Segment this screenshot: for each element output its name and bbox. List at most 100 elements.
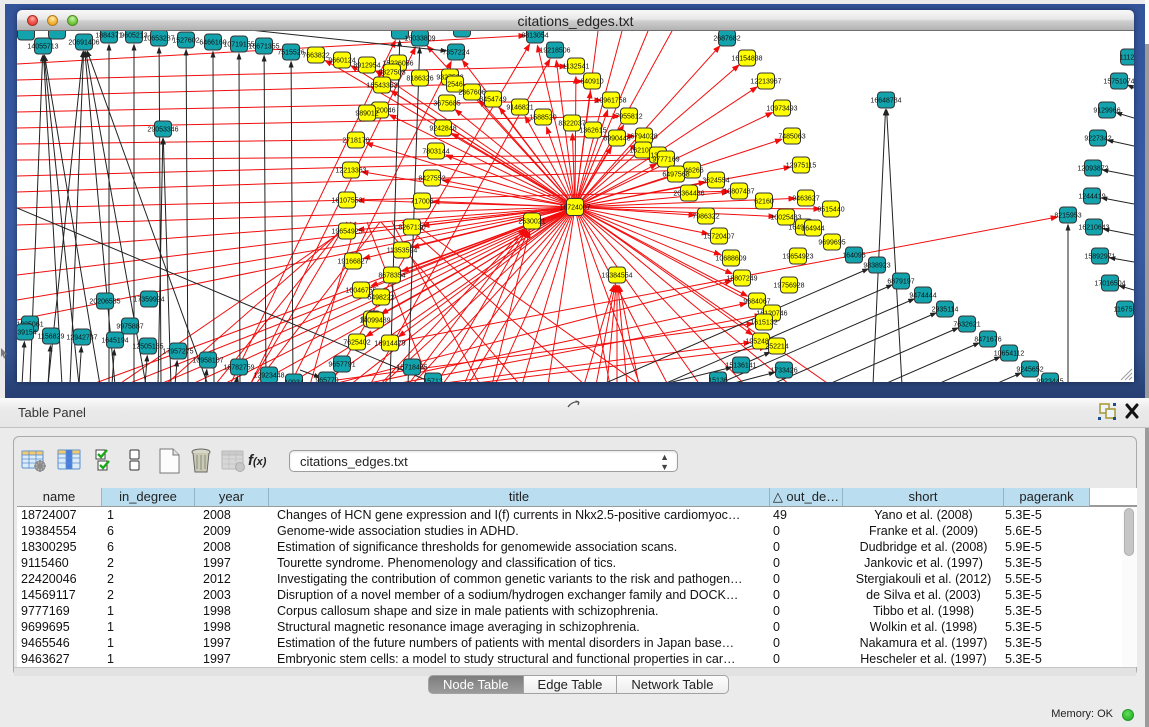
svg-text:15136141: 15136141 bbox=[725, 363, 756, 370]
svg-text:12213967: 12213967 bbox=[750, 79, 781, 86]
svg-text:7955812: 7955812 bbox=[615, 114, 642, 121]
svg-text:9474444: 9474444 bbox=[909, 293, 936, 300]
svg-text:9227342: 9227342 bbox=[1084, 136, 1111, 143]
svg-text:7663822: 7663822 bbox=[302, 53, 329, 60]
svg-text:7485063: 7485063 bbox=[778, 134, 805, 141]
svg-text:6879197: 6879197 bbox=[887, 279, 914, 286]
svg-text:6497568: 6497568 bbox=[662, 172, 689, 179]
svg-text:10807487: 10807487 bbox=[723, 189, 754, 196]
svg-text:16782759: 16782759 bbox=[223, 365, 254, 372]
svg-text:17016504: 17016504 bbox=[1094, 281, 1125, 288]
svg-text:8678354: 8678354 bbox=[378, 273, 405, 280]
svg-text:19218506: 19218506 bbox=[539, 48, 570, 55]
svg-text:1156829: 1156829 bbox=[38, 334, 65, 341]
svg-text:19166827: 19166827 bbox=[337, 259, 368, 266]
svg-text:1733426: 1733426 bbox=[770, 368, 797, 375]
svg-text:17359924: 17359924 bbox=[133, 297, 164, 304]
svg-text:9923445: 9923445 bbox=[1036, 379, 1063, 383]
svg-text:17957275: 17957275 bbox=[162, 349, 193, 356]
svg-text:1527602: 1527602 bbox=[172, 38, 199, 45]
svg-text:19654925: 19654925 bbox=[331, 229, 362, 236]
svg-text:3675685: 3675685 bbox=[433, 101, 460, 108]
svg-text:8813054: 8813054 bbox=[521, 33, 548, 40]
svg-text:15720407: 15720407 bbox=[703, 234, 734, 241]
svg-text:20364436: 20364436 bbox=[673, 191, 704, 198]
svg-text:10046755: 10046755 bbox=[345, 288, 376, 295]
svg-text:10934: 10934 bbox=[284, 380, 304, 383]
svg-text:9242848: 9242848 bbox=[429, 126, 456, 133]
svg-text:19654923: 19654923 bbox=[782, 254, 813, 261]
svg-text:10688609: 10688609 bbox=[715, 256, 746, 263]
svg-text:8454749: 8454749 bbox=[479, 97, 506, 104]
svg-text:15718485: 15718485 bbox=[396, 365, 427, 372]
svg-text:9777169: 9777169 bbox=[652, 157, 679, 164]
svg-text:3624554: 3624554 bbox=[702, 178, 729, 185]
svg-text:9463627: 9463627 bbox=[792, 196, 819, 203]
svg-text:9327503: 9327503 bbox=[378, 70, 405, 77]
svg-text:9699695: 9699695 bbox=[818, 240, 845, 247]
svg-text:7515526: 7515526 bbox=[277, 50, 304, 57]
svg-text:2546: 2546 bbox=[447, 82, 463, 89]
svg-text:8471676: 8471676 bbox=[974, 337, 1001, 344]
svg-text:16648784: 16648784 bbox=[870, 98, 901, 105]
svg-text:1132541: 1132541 bbox=[563, 64, 590, 71]
svg-text:62160: 62160 bbox=[754, 199, 774, 206]
svg-text:16107553: 16107553 bbox=[331, 198, 362, 205]
svg-text:10973493: 10973493 bbox=[766, 106, 797, 113]
svg-text:965779: 965779 bbox=[315, 378, 338, 383]
svg-text:7986322: 7986322 bbox=[692, 214, 719, 221]
svg-text:252214: 252214 bbox=[765, 344, 788, 351]
svg-text:1645194: 1645194 bbox=[101, 338, 128, 345]
svg-text:16914479: 16914479 bbox=[374, 341, 405, 348]
svg-text:5498222: 5498222 bbox=[367, 295, 394, 302]
svg-text:19756928: 19756928 bbox=[773, 283, 804, 290]
svg-text:12213363: 12213363 bbox=[335, 168, 366, 175]
svg-text:2367606: 2367606 bbox=[458, 90, 485, 97]
svg-text:8912954: 8912954 bbox=[353, 63, 380, 70]
svg-text:640910: 640910 bbox=[580, 79, 603, 86]
svg-text:1884371: 1884371 bbox=[95, 33, 122, 40]
svg-text:16210643: 16210643 bbox=[1078, 225, 1109, 232]
svg-text:16671355: 16671355 bbox=[248, 44, 279, 51]
svg-text:2935114: 2935114 bbox=[932, 307, 959, 314]
svg-text:12942737: 12942737 bbox=[66, 335, 97, 342]
svg-text:15713: 15713 bbox=[423, 379, 443, 383]
svg-text:9657791: 9657791 bbox=[328, 362, 355, 369]
svg-text:8215953: 8215953 bbox=[1054, 213, 1081, 220]
svg-text:1588520: 1588520 bbox=[529, 115, 556, 122]
svg-text:10653287: 10653287 bbox=[143, 36, 174, 43]
svg-text:16154838: 16154838 bbox=[731, 56, 762, 63]
svg-text:10654112: 10654112 bbox=[994, 351, 1025, 358]
svg-text:9684067: 9684067 bbox=[743, 299, 770, 306]
svg-text:12093872: 12093872 bbox=[1077, 166, 1108, 173]
svg-text:2718170: 2718170 bbox=[342, 138, 369, 145]
svg-text:164095: 164095 bbox=[842, 253, 865, 260]
svg-text:939154: 939154 bbox=[17, 330, 37, 337]
svg-text:116753: 116753 bbox=[1114, 307, 1134, 314]
svg-text:9245652: 9245652 bbox=[1016, 367, 1043, 374]
svg-text:8990448: 8990448 bbox=[603, 136, 630, 143]
svg-text:12505135: 12505135 bbox=[132, 344, 163, 351]
svg-text:16543362: 16543362 bbox=[366, 83, 397, 90]
svg-text:9129966: 9129966 bbox=[1093, 108, 1120, 115]
svg-text:717006: 717006 bbox=[410, 199, 433, 206]
svg-text:2530021: 2530021 bbox=[518, 219, 545, 226]
svg-text:9838923: 9838923 bbox=[863, 263, 890, 270]
svg-text:29053346: 29053346 bbox=[147, 127, 178, 134]
svg-text:8267130: 8267130 bbox=[398, 225, 425, 232]
svg-text:8322037: 8322037 bbox=[558, 121, 585, 128]
svg-text:2687682: 2687682 bbox=[713, 36, 740, 43]
svg-text:14055713: 14055713 bbox=[27, 44, 58, 51]
svg-text:10958107: 10958107 bbox=[192, 358, 223, 365]
svg-text:7803144: 7803144 bbox=[422, 149, 449, 156]
svg-text:1615132: 1615132 bbox=[750, 320, 777, 327]
svg-text:7632621: 7632621 bbox=[953, 322, 980, 329]
svg-text:11124: 11124 bbox=[1120, 55, 1134, 62]
svg-text:19384554: 19384554 bbox=[601, 273, 632, 280]
svg-text:8427552: 8427552 bbox=[418, 176, 445, 183]
svg-text:11353594: 11353594 bbox=[387, 248, 418, 255]
svg-text:12923448: 12923448 bbox=[253, 373, 284, 380]
svg-text:8186326: 8186326 bbox=[406, 76, 433, 83]
svg-text:15892971: 15892971 bbox=[1084, 254, 1115, 261]
svg-text:14099489: 14099489 bbox=[359, 318, 390, 325]
